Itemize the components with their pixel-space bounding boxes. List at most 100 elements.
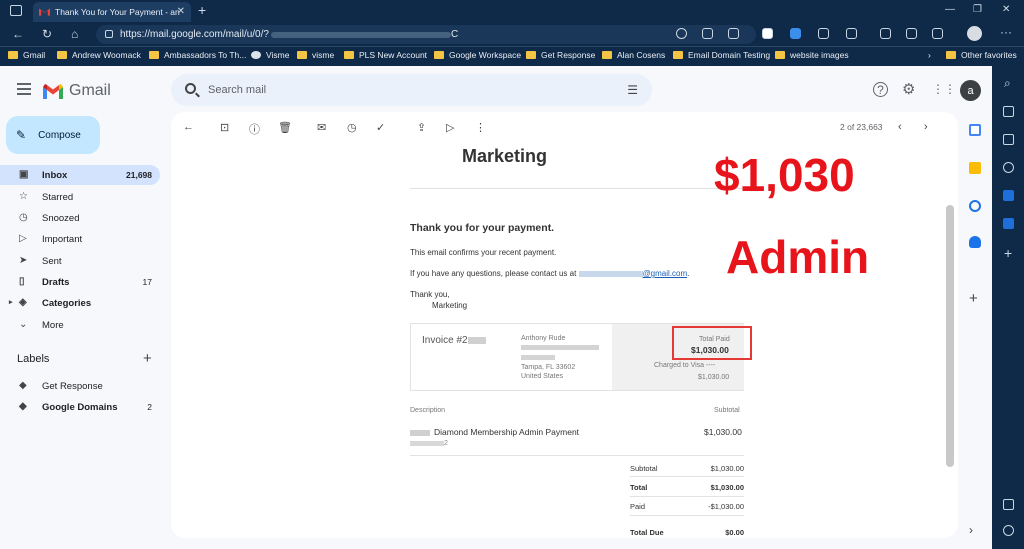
bookmark-google-workspace[interactable]: Google Workspace <box>434 50 521 60</box>
show-side-panel-icon[interactable]: › <box>969 524 981 536</box>
back-icon[interactable]: ← <box>12 27 24 41</box>
home-icon[interactable]: ⌂ <box>71 27 78 41</box>
new-tab-icon[interactable]: + <box>198 2 206 18</box>
split-screen-icon[interactable] <box>880 28 891 39</box>
add-to-tasks-icon[interactable]: ✓ <box>376 121 385 134</box>
bookmark-alan-cosens[interactable]: Alan Cosens <box>602 50 665 60</box>
labels-icon[interactable]: ▷ <box>446 121 454 134</box>
label-get-response[interactable]: ◆ Get Response <box>0 376 160 396</box>
bookmark-visme-1[interactable]: Visme <box>251 50 289 60</box>
edge-add-icon[interactable]: + <box>1004 246 1015 260</box>
older-icon[interactable]: › <box>924 121 928 133</box>
minimize-icon[interactable]: — <box>945 4 955 15</box>
bookmark-other-favorites[interactable]: Other favorites <box>946 50 1017 60</box>
bookmark-website-images[interactable]: website images <box>775 50 849 60</box>
bookmark-get-response[interactable]: Get Response <box>526 50 595 60</box>
close-window-icon[interactable]: ✕ <box>1002 4 1010 15</box>
folder-icon <box>149 51 159 59</box>
nav-more[interactable]: ⌄ More <box>0 315 160 335</box>
report-spam-icon[interactable]: ⓘ <box>249 121 260 137</box>
favorite-star-icon[interactable] <box>728 28 739 39</box>
add-label-icon[interactable]: + <box>143 350 152 367</box>
bookmark-email-domain-testing[interactable]: Email Domain Testing <box>673 50 770 60</box>
folder-icon <box>434 51 444 59</box>
extensions-icon[interactable] <box>846 28 857 39</box>
more-options-icon[interactable]: ⋮ <box>475 121 486 134</box>
nav-snoozed[interactable]: ◷ Snoozed <box>0 208 160 228</box>
collections-icon[interactable] <box>932 28 943 39</box>
read-aloud-icon[interactable] <box>702 28 713 39</box>
bookmark-pls-new-account[interactable]: PLS New Account <box>344 50 427 60</box>
browser-menu-icon[interactable]: ··· <box>1000 25 1012 39</box>
nav-drafts[interactable]: ▯ Drafts 17 <box>0 272 160 292</box>
restore-icon[interactable]: ❐ <box>973 4 982 15</box>
gmail-logo[interactable]: Gmail <box>43 82 111 100</box>
reader-icon[interactable] <box>676 28 687 39</box>
nav-sent[interactable]: ➤ Sent <box>0 251 160 271</box>
extension-shield-icon[interactable] <box>762 28 773 39</box>
favorites-icon[interactable] <box>906 28 917 39</box>
bookmark-ambassadors[interactable]: Ambassadors To Th... <box>149 50 246 60</box>
snooze-icon[interactable]: ◷ <box>347 121 357 134</box>
refresh-icon[interactable]: ↻ <box>42 27 52 41</box>
bookmarks-overflow-icon[interactable]: › <box>928 50 931 60</box>
edge-split-icon[interactable] <box>1003 499 1014 510</box>
edge-office-icon[interactable] <box>1003 190 1014 201</box>
search-input[interactable]: Search mail <box>208 84 266 96</box>
edge-tag-icon[interactable] <box>1003 106 1014 117</box>
url-suffix: C <box>450 29 459 40</box>
search-icon[interactable] <box>185 83 196 94</box>
back-to-inbox-icon[interactable]: ← <box>183 121 194 133</box>
search-options-icon[interactable]: ☰ <box>627 83 638 97</box>
calendar-icon[interactable] <box>969 124 981 136</box>
contact-email-link[interactable]: @gmail.com <box>643 269 688 278</box>
edge-settings-icon[interactable] <box>1003 525 1014 536</box>
extension-c-icon[interactable] <box>818 28 829 39</box>
folder-icon <box>8 51 18 59</box>
tab-close-icon[interactable]: ✕ <box>177 6 185 17</box>
get-addons-icon[interactable]: + <box>969 291 981 306</box>
folder-icon <box>775 51 785 59</box>
search-bar[interactable]: Search mail ☰ <box>171 74 652 106</box>
support-icon[interactable]: ? <box>873 82 888 97</box>
email-brand: Marketing <box>462 146 548 166</box>
browser-profile-avatar[interactable] <box>967 26 982 41</box>
tab-actions-icon[interactable] <box>10 5 22 16</box>
extension-arrow-icon[interactable] <box>790 28 801 39</box>
gmail-m-icon <box>43 83 63 99</box>
edge-outlook-icon[interactable] <box>1003 218 1014 229</box>
settings-gear-icon[interactable]: ⚙ <box>902 80 915 98</box>
email-scrollbar[interactable] <box>946 205 954 467</box>
label-google-domains[interactable]: ◆ Google Domains 2 <box>0 397 160 417</box>
edge-toolbox-icon[interactable] <box>1003 134 1014 145</box>
contact-line: If you have any questions, please contac… <box>410 269 690 278</box>
invoice-number: Invoice #2 <box>422 335 486 346</box>
nav-starred[interactable]: ☆ Starred <box>0 187 160 207</box>
nav-inbox[interactable]: ▣ Inbox 21,698 <box>0 165 160 185</box>
billing-address: Anthony Rude Tampa, FL 33602 United Stat… <box>521 334 599 382</box>
mark-unread-icon[interactable]: ✉ <box>317 121 326 134</box>
nav-categories[interactable]: ▸ ◈ Categories <box>0 293 160 313</box>
bookmark-gmail[interactable]: Gmail <box>8 50 45 60</box>
delete-icon[interactable]: 🗑 <box>278 121 292 134</box>
main-menu-icon[interactable] <box>17 83 31 95</box>
nav-important[interactable]: ▷ Important <box>0 229 160 249</box>
edge-search-icon[interactable]: ⌕ <box>1004 77 1015 89</box>
folder-icon <box>526 51 536 59</box>
url-redacted <box>270 31 451 38</box>
browser-tab-active[interactable]: Thank You for Your Payment - an ✕ <box>33 2 191 22</box>
account-avatar[interactable]: a <box>960 80 981 101</box>
bookmark-andrew-woomack[interactable]: Andrew Woomack <box>57 50 141 60</box>
url-field[interactable]: https://mail.google.com/mail/u/0/? C <box>96 25 756 44</box>
newer-icon[interactable]: ‹ <box>898 121 902 133</box>
redacted-street-2 <box>521 354 555 360</box>
bookmark-visme-2[interactable]: visme <box>297 50 334 60</box>
tasks-icon[interactable] <box>969 200 981 212</box>
edge-person-icon[interactable] <box>1003 162 1014 173</box>
keep-icon[interactable] <box>969 162 981 174</box>
contacts-icon[interactable] <box>969 236 981 248</box>
compose-button[interactable]: ✎ Compose <box>6 116 100 154</box>
expand-arrow-icon[interactable]: ▸ <box>9 298 19 308</box>
move-to-icon[interactable]: ⇪ <box>417 121 426 134</box>
archive-icon[interactable]: ⊡ <box>220 121 229 134</box>
